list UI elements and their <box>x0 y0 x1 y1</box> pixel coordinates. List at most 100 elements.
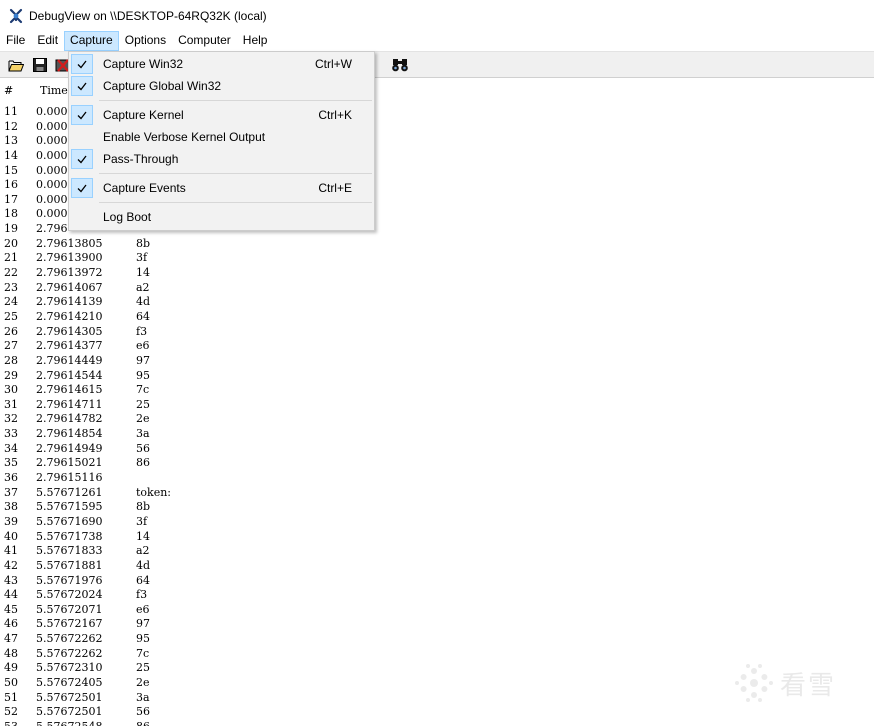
table-row[interactable]: 32 2.79614782 2e <box>0 412 874 427</box>
menu-item-capture-events[interactable]: Capture Events Ctrl+E <box>71 177 372 199</box>
table-row[interactable]: 24 2.79614139 4d <box>0 295 874 310</box>
table-row[interactable]: 34 2.79614949 56 <box>0 442 874 457</box>
table-row[interactable]: 29 2.79614544 95 <box>0 369 874 384</box>
menu-capture[interactable]: Capture <box>64 31 119 51</box>
row-number: 34 <box>4 441 18 455</box>
menu-item-shortcut: Ctrl+W <box>315 57 352 71</box>
capture-menu-dropdown: Capture Win32 Ctrl+W Capture Global Win32 C… <box>68 51 375 231</box>
table-row[interactable]: 44 5.57672024 f3 <box>0 588 874 603</box>
menu-item-label: Capture Events <box>103 181 186 195</box>
table-row[interactable]: 41 5.57671833 a2 <box>0 544 874 559</box>
kanxue-watermark: 看雪 <box>734 660 854 706</box>
menu-item-capture-win32[interactable]: Capture Win32 Ctrl+W <box>71 53 372 75</box>
row-time: 5.57672024 <box>36 588 103 602</box>
menu-item-pass-through[interactable]: Pass-Through <box>71 148 372 170</box>
row-number: 13 <box>4 134 18 148</box>
menu-computer[interactable]: Computer <box>172 31 237 51</box>
find-binoculars-icon[interactable] <box>390 55 410 75</box>
row-number: 22 <box>4 266 18 280</box>
row-time: 5.57671690 <box>36 514 103 528</box>
row-time: 2.79614949 <box>36 441 103 455</box>
row-number: 45 <box>4 602 18 616</box>
row-time: 5.57671976 <box>36 573 103 587</box>
row-time: 2.79614305 <box>36 324 103 338</box>
column-header-number[interactable]: # <box>4 84 13 97</box>
row-message: 95 <box>136 368 150 382</box>
row-number: 43 <box>4 573 18 587</box>
row-number: 29 <box>4 368 18 382</box>
row-time: 5.57672548 <box>36 720 102 726</box>
table-row[interactable]: 43 5.57671976 64 <box>0 574 874 589</box>
row-number: 40 <box>4 529 18 543</box>
table-row[interactable]: 27 2.79614377 e6 <box>0 339 874 354</box>
table-row[interactable]: 21 2.79613900 3f <box>0 251 874 266</box>
table-row[interactable]: 42 5.57671881 4d <box>0 559 874 574</box>
row-number: 52 <box>4 705 18 719</box>
column-header-time[interactable]: Time <box>40 84 68 97</box>
row-number: 31 <box>4 397 18 411</box>
row-number: 18 <box>4 207 18 221</box>
row-message: 4d <box>136 558 151 572</box>
row-message: 97 <box>136 353 150 367</box>
row-time: 2.79613900 <box>36 251 103 265</box>
row-time: 2.79614067 <box>36 280 103 294</box>
row-time: 2.796 <box>36 222 68 236</box>
menu-item-capture-global-win32[interactable]: Capture Global Win32 <box>71 75 372 97</box>
table-row[interactable]: 20 2.79613805 8b <box>0 237 874 252</box>
row-time: 5.57672262 <box>36 632 103 646</box>
row-number: 47 <box>4 632 18 646</box>
row-number: 24 <box>4 295 18 309</box>
table-row[interactable]: 35 2.79615021 86 <box>0 456 874 471</box>
table-row[interactable]: 39 5.57671690 3f <box>0 515 874 530</box>
row-time: 5.57672501 <box>36 690 103 704</box>
save-icon[interactable] <box>30 55 50 75</box>
table-row[interactable]: 46 5.57672167 97 <box>0 617 874 632</box>
menu-item-enable-verbose-kernel-output[interactable]: Enable Verbose Kernel Output <box>71 126 372 148</box>
menu-item-capture-kernel[interactable]: Capture Kernel Ctrl+K <box>71 104 372 126</box>
row-time: 2.79614544 <box>36 368 103 382</box>
menu-options[interactable]: Options <box>119 31 172 51</box>
row-message: e6 <box>136 602 150 616</box>
row-time: 5.57672310 <box>36 661 103 675</box>
checkmark-icon <box>71 54 93 74</box>
menu-item-log-boot[interactable]: Log Boot <box>71 206 372 228</box>
open-folder-icon[interactable] <box>6 55 26 75</box>
menu-file[interactable]: File <box>0 31 31 51</box>
row-number: 46 <box>4 617 18 631</box>
row-message: f3 <box>136 588 148 602</box>
window-title: DebugView on \\DESKTOP-64RQ32K (local) <box>29 8 267 23</box>
row-message: 14 <box>136 266 150 280</box>
table-row[interactable]: 23 2.79614067 a2 <box>0 281 874 296</box>
menu-item-shortcut: Ctrl+K <box>318 108 352 122</box>
table-row[interactable]: 47 5.57672262 95 <box>0 632 874 647</box>
row-message: 86 <box>136 720 150 726</box>
table-row[interactable]: 28 2.79614449 97 <box>0 354 874 369</box>
row-message: 3a <box>136 690 150 704</box>
table-row[interactable]: 37 5.57671261 token: <box>0 486 874 501</box>
row-number: 16 <box>4 178 18 192</box>
row-number: 42 <box>4 558 18 572</box>
table-row[interactable]: 31 2.79614711 25 <box>0 398 874 413</box>
menu-item-label: Capture Win32 <box>103 57 184 71</box>
table-row[interactable]: 25 2.79614210 64 <box>0 310 874 325</box>
table-row[interactable]: 45 5.57672071 e6 <box>0 603 874 618</box>
table-row[interactable]: 26 2.79614305 f3 <box>0 325 874 340</box>
table-row[interactable]: 30 2.79614615 7c <box>0 383 874 398</box>
menu-help[interactable]: Help <box>237 31 274 51</box>
table-row[interactable]: 36 2.79615116 <box>0 471 874 486</box>
menu-item-label: Log Boot <box>103 210 152 224</box>
row-time: 2.79614854 <box>36 427 103 441</box>
row-number: 30 <box>4 383 18 397</box>
table-row[interactable]: 33 2.79614854 3a <box>0 427 874 442</box>
menu-edit[interactable]: Edit <box>31 31 64 51</box>
checkmark-icon <box>71 105 93 125</box>
table-row[interactable]: 40 5.57671738 14 <box>0 530 874 545</box>
row-time: 2.79614782 <box>36 412 103 426</box>
table-row[interactable]: 38 5.57671595 8b <box>0 500 874 515</box>
row-number: 53 <box>4 720 18 726</box>
row-message: 25 <box>136 397 150 411</box>
table-row[interactable]: 22 2.79613972 14 <box>0 266 874 281</box>
row-message: 64 <box>136 573 150 587</box>
table-row[interactable]: 52 5.57672501 56 <box>0 705 874 720</box>
table-row[interactable]: 53 5.57672548 86 <box>0 720 874 726</box>
